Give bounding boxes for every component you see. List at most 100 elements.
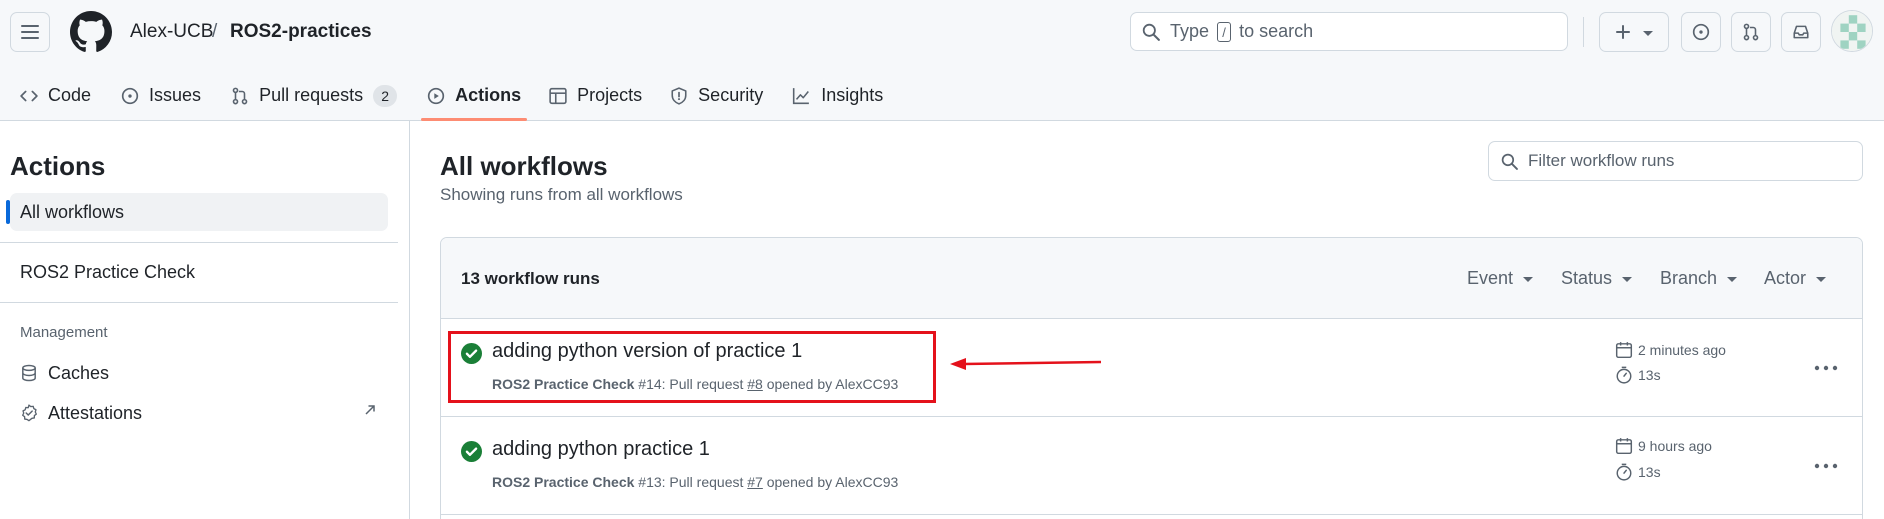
- run-options-button[interactable]: [1812, 358, 1840, 378]
- header-divider: [1583, 17, 1584, 47]
- sidebar-item-label: Attestations: [48, 402, 143, 423]
- database-icon: [22, 364, 36, 382]
- sidebar-item-label: All workflows: [20, 201, 125, 222]
- identicon-avatar-icon: [1832, 11, 1872, 51]
- sidebar-divider: [0, 242, 398, 243]
- check-circle-fill-icon: [461, 441, 482, 462]
- tab-issues[interactable]: Issues: [109, 70, 213, 121]
- graph-icon: [793, 87, 810, 104]
- stopwatch-icon: [1616, 463, 1632, 481]
- create-new-button[interactable]: [1599, 12, 1669, 52]
- search-icon: [1501, 153, 1518, 170]
- tab-insights[interactable]: Insights: [779, 70, 895, 121]
- stopwatch-icon: [1616, 366, 1632, 384]
- code-icon: [20, 90, 38, 101]
- sidebar-item-attestations[interactable]: Attestations: [10, 394, 388, 432]
- sidebar-item-caches[interactable]: Caches: [10, 354, 388, 392]
- search-icon: [1142, 23, 1160, 41]
- chevron-down-icon: [1622, 277, 1633, 282]
- branch-filter-dropdown[interactable]: Branch: [1660, 268, 1738, 289]
- github-logo-icon[interactable]: [70, 11, 112, 53]
- pull-requests-shortcut-button[interactable]: [1731, 12, 1771, 52]
- verified-icon: [22, 404, 37, 422]
- breadcrumb-owner-link[interactable]: Alex-UCB: [130, 21, 213, 43]
- run-duration: 13s: [1615, 463, 1661, 481]
- three-bars-icon: [21, 25, 39, 39]
- kebab-horizontal-icon: [1814, 365, 1838, 371]
- run-time-ago-text: 2 minutes ago: [1638, 342, 1726, 358]
- tab-issues-label: Issues: [149, 85, 202, 105]
- global-header: Alex-UCB / ROS2-practices Type / to sear…: [0, 0, 1884, 121]
- shield-icon: [671, 86, 687, 105]
- event-filter-dropdown[interactable]: Event: [1467, 268, 1534, 289]
- play-icon: [427, 87, 445, 104]
- inbox-icon: [1793, 25, 1809, 39]
- run-duration: 13s: [1615, 366, 1661, 384]
- tab-pull-requests[interactable]: Pull requests 2: [219, 70, 409, 121]
- calendar-icon: [1615, 438, 1633, 455]
- tab-insights-label: Insights: [821, 85, 884, 105]
- user-avatar[interactable]: [1831, 10, 1873, 52]
- tab-projects[interactable]: Projects: [537, 70, 654, 121]
- run-time-ago-text: 9 hours ago: [1638, 438, 1712, 454]
- hamburger-menu-button[interactable]: [10, 12, 50, 52]
- run-meta: ROS2 Practice Check #13: Pull request #7…: [492, 474, 898, 490]
- workflow-runs-header: 13 workflow runs Event Status Branch Act…: [441, 238, 1862, 319]
- sidebar-group-heading: Management: [20, 324, 108, 341]
- run-duration-text: 13s: [1638, 464, 1661, 480]
- chevron-down-icon: [1643, 30, 1653, 36]
- table-icon: [549, 87, 567, 104]
- issue-opened-icon: [1692, 23, 1710, 41]
- git-pull-request-icon: [1743, 23, 1759, 41]
- sidebar-item-all-workflows[interactable]: All workflows: [6, 193, 388, 231]
- tab-security-label: Security: [698, 85, 764, 105]
- breadcrumb-separator: /: [212, 21, 218, 42]
- annotation-arrow-icon: [950, 358, 1102, 370]
- sidebar-item-ros2-practice-check[interactable]: ROS2 Practice Check: [10, 253, 388, 291]
- pull-requests-counter: 2: [373, 84, 398, 107]
- sidebar-item-label: Caches: [48, 362, 110, 383]
- global-search-input[interactable]: Type / to search: [1130, 12, 1568, 51]
- breadcrumb-repo-link[interactable]: ROS2-practices: [230, 21, 372, 43]
- run-number: #13: Pull request: [638, 474, 744, 490]
- sidebar-item-label: ROS2 Practice Check: [20, 261, 196, 282]
- workflow-run-row[interactable]: adding python practice 1 ROS2 Practice C…: [441, 417, 1862, 515]
- tab-actions[interactable]: Actions: [415, 70, 533, 121]
- actions-sidebar: Actions All workflows ROS2 Practice Chec…: [0, 121, 410, 519]
- plus-icon: [1616, 25, 1630, 39]
- chevron-down-icon: [1523, 277, 1534, 282]
- page-title: All workflows: [440, 151, 608, 181]
- page-subtitle: Showing runs from all workflows: [440, 185, 683, 204]
- sidebar-divider: [0, 302, 398, 303]
- filter-workflow-runs-input[interactable]: Filter workflow runs: [1488, 141, 1863, 181]
- slash-key-hint: /: [1217, 22, 1232, 43]
- status-filter-dropdown[interactable]: Status: [1561, 268, 1633, 289]
- run-time-ago: 2 minutes ago: [1615, 341, 1726, 359]
- run-pr-link[interactable]: #7: [747, 474, 763, 490]
- actor-filter-dropdown[interactable]: Actor: [1764, 268, 1827, 289]
- tab-security[interactable]: Security: [658, 70, 775, 121]
- tab-pull-requests-label: Pull requests: [259, 85, 364, 105]
- filter-placeholder: Filter workflow runs: [1528, 151, 1675, 170]
- issue-opened-icon: [121, 87, 139, 104]
- annotation-highlight-box: [448, 331, 936, 403]
- search-placeholder: Type / to search: [1170, 20, 1314, 43]
- git-pull-request-icon: [232, 87, 248, 104]
- sidebar-title: Actions: [10, 151, 106, 181]
- chevron-down-icon: [1816, 277, 1827, 282]
- repository-tab-nav: Code Issues Pull requests 2 Actions Proj…: [0, 70, 895, 121]
- run-duration-text: 13s: [1638, 367, 1661, 383]
- link-external-icon: [365, 405, 375, 415]
- run-time-ago: 9 hours ago: [1615, 437, 1712, 455]
- status-filter-label: Status: [1561, 268, 1613, 288]
- workflow-runs-count: 13 workflow runs: [461, 269, 600, 288]
- run-title-link[interactable]: adding python practice 1: [492, 438, 710, 461]
- issues-shortcut-button[interactable]: [1681, 12, 1721, 52]
- tab-projects-label: Projects: [577, 85, 643, 105]
- run-options-button[interactable]: [1812, 456, 1840, 476]
- tab-code[interactable]: Code: [8, 70, 103, 121]
- branch-filter-label: Branch: [1660, 268, 1718, 288]
- inbox-notifications-button[interactable]: [1781, 12, 1821, 52]
- run-opened-by: opened by AlexCC93: [766, 474, 899, 490]
- chevron-down-icon: [1727, 277, 1738, 282]
